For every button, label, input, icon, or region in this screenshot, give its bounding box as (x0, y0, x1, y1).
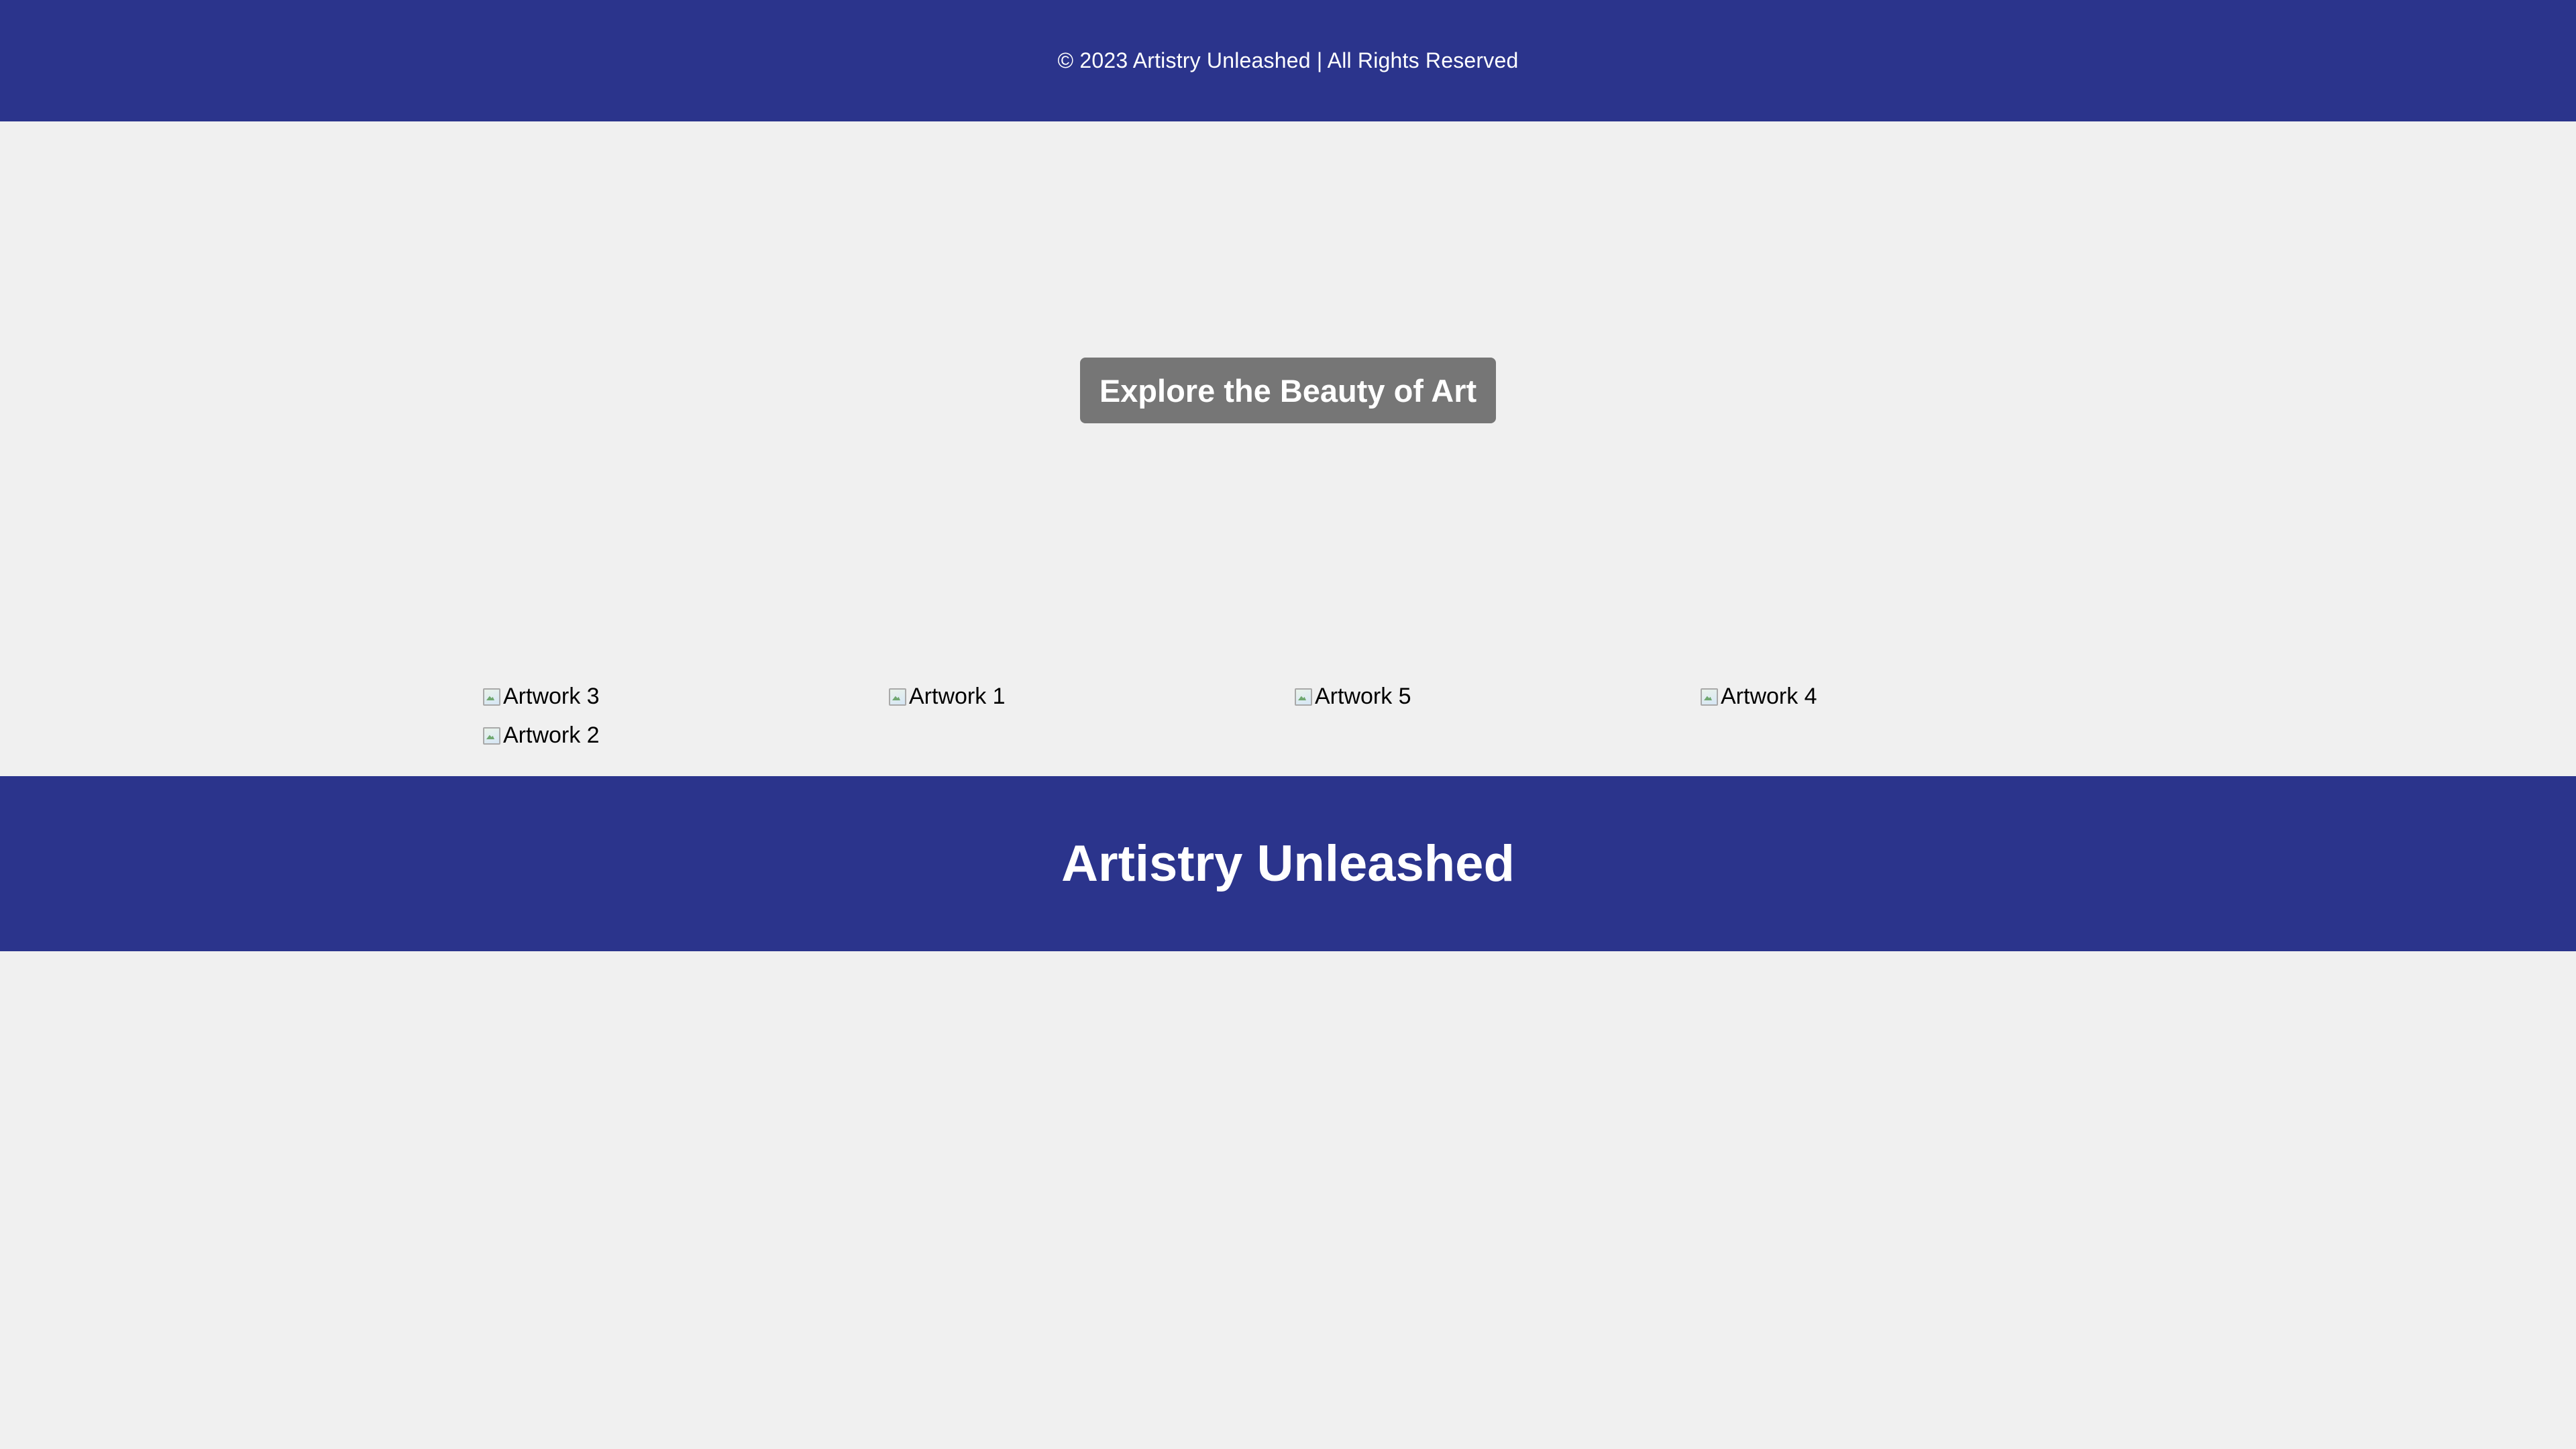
broken-image-icon (1293, 686, 1313, 706)
broken-image-icon (482, 725, 502, 745)
artwork-alt-text: Artwork 5 (1315, 683, 1411, 709)
artwork-image[interactable]: Artwork 5 (1293, 683, 1699, 710)
footer-bar: © 2023 Artistry Unleashed | All Rights R… (0, 0, 2576, 121)
artwork-alt-text: Artwork 2 (503, 722, 600, 748)
explore-art-button[interactable]: Explore the Beauty of Art (1080, 358, 1496, 423)
artwork-image[interactable]: Artwork 1 (888, 683, 1293, 710)
artwork-image[interactable]: Artwork 4 (1699, 683, 2105, 710)
site-header: Artistry Unleashed (0, 776, 2576, 951)
broken-image-icon (888, 686, 908, 706)
artwork-image[interactable]: Artwork 2 (482, 722, 888, 749)
artwork-alt-text: Artwork 4 (1721, 683, 1817, 709)
broken-image-icon (1699, 686, 1719, 706)
artwork-image[interactable]: Artwork 3 (482, 683, 888, 710)
broken-image-icon (482, 686, 502, 706)
artwork-gallery: Artwork 3 Artwork 1 Artwork 5 Artwork 4 … (482, 683, 2105, 749)
copyright-text: © 2023 Artistry Unleashed | All Rights R… (1057, 48, 1519, 72)
artwork-alt-text: Artwork 1 (909, 683, 1006, 709)
site-title: Artistry Unleashed (1061, 835, 1515, 892)
artwork-alt-text: Artwork 3 (503, 683, 600, 709)
